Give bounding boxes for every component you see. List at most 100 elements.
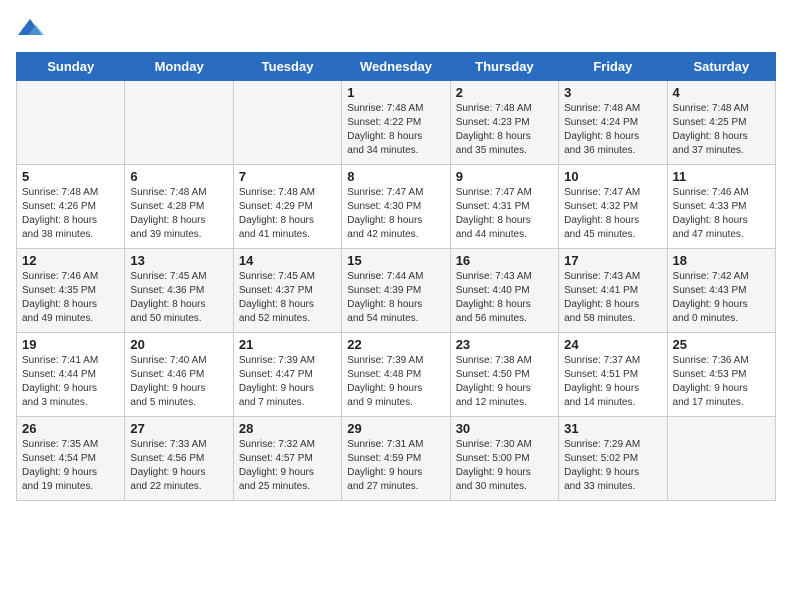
cell-content: Sunrise: 7:48 AM Sunset: 4:23 PM Dayligh… <box>456 102 553 158</box>
cell-content: Sunrise: 7:46 AM Sunset: 4:35 PM Dayligh… <box>22 270 119 326</box>
calendar-cell: 14 Sunrise: 7:45 AM Sunset: 4:37 PM Dayli… <box>233 249 341 333</box>
calendar-cell: 16Sunrise: 7:43 AM Sunset: 4:40 PM Dayli… <box>450 249 558 333</box>
cell-content: Sunrise: 7:48 AM Sunset: 4:26 PM Dayligh… <box>22 186 119 242</box>
cell-content: Sunrise: 7:37 AM Sunset: 4:51 PM Dayligh… <box>564 354 661 410</box>
day-number: 19 <box>22 337 119 352</box>
calendar-cell: 11 Sunrise: 7:46 AM Sunset: 4:33 PM Dayli… <box>667 165 775 249</box>
day-number: 6 <box>130 169 227 184</box>
day-number: 27 <box>130 421 227 436</box>
calendar-cell: 26 Sunrise: 7:35 AM Sunset: 4:54 PM Dayli… <box>17 417 125 501</box>
cell-content: Sunrise: 7:29 AM Sunset: 5:02 PM Dayligh… <box>564 438 661 494</box>
cell-content: Sunrise: 7:47 AM Sunset: 4:32 PM Dayligh… <box>564 186 661 242</box>
day-number: 14 <box>239 253 336 268</box>
day-number: 24 <box>564 337 661 352</box>
cell-content: Sunrise: 7:39 AM Sunset: 4:48 PM Dayligh… <box>347 354 444 410</box>
day-number: 30 <box>456 421 553 436</box>
day-number: 11 <box>673 169 770 184</box>
cell-content: Sunrise: 7:35 AM Sunset: 4:54 PM Dayligh… <box>22 438 119 494</box>
cell-content: Sunrise: 7:36 AM Sunset: 4:53 PM Dayligh… <box>673 354 770 410</box>
day-number: 21 <box>239 337 336 352</box>
calendar-cell: 10Sunrise: 7:47 AM Sunset: 4:32 PM Dayli… <box>559 165 667 249</box>
day-number: 25 <box>673 337 770 352</box>
cell-content: Sunrise: 7:42 AM Sunset: 4:43 PM Dayligh… <box>673 270 770 326</box>
cell-content: Sunrise: 7:48 AM Sunset: 4:25 PM Dayligh… <box>673 102 770 158</box>
day-number: 22 <box>347 337 444 352</box>
week-row: 12 Sunrise: 7:46 AM Sunset: 4:35 PM Dayli… <box>17 249 776 333</box>
calendar-cell: 18 Sunrise: 7:42 AM Sunset: 4:43 PM Dayli… <box>667 249 775 333</box>
day-number: 16 <box>456 253 553 268</box>
day-number: 12 <box>22 253 119 268</box>
calendar-cell: 20 Sunrise: 7:40 AM Sunset: 4:46 PM Dayli… <box>125 333 233 417</box>
day-number: 29 <box>347 421 444 436</box>
day-number: 26 <box>22 421 119 436</box>
cell-content: Sunrise: 7:47 AM Sunset: 4:30 PM Dayligh… <box>347 186 444 242</box>
calendar-cell: 31 Sunrise: 7:29 AM Sunset: 5:02 PM Dayli… <box>559 417 667 501</box>
day-header-sunday: Sunday <box>17 53 125 81</box>
calendar-cell: 23Sunrise: 7:38 AM Sunset: 4:50 PM Dayli… <box>450 333 558 417</box>
calendar-cell: 22 Sunrise: 7:39 AM Sunset: 4:48 PM Dayli… <box>342 333 450 417</box>
cell-content: Sunrise: 7:47 AM Sunset: 4:31 PM Dayligh… <box>456 186 553 242</box>
day-header-saturday: Saturday <box>667 53 775 81</box>
calendar-cell: 19 Sunrise: 7:41 AM Sunset: 4:44 PM Dayli… <box>17 333 125 417</box>
cell-content: Sunrise: 7:48 AM Sunset: 4:28 PM Dayligh… <box>130 186 227 242</box>
calendar-cell <box>125 81 233 165</box>
calendar-cell: 13 Sunrise: 7:45 AM Sunset: 4:36 PM Dayli… <box>125 249 233 333</box>
calendar-cell: 9 Sunrise: 7:47 AM Sunset: 4:31 PM Daylig… <box>450 165 558 249</box>
calendar-header-row: SundayMondayTuesdayWednesdayThursdayFrid… <box>17 53 776 81</box>
calendar-cell: 5 Sunrise: 7:48 AM Sunset: 4:26 PM Daylig… <box>17 165 125 249</box>
day-number: 1 <box>347 85 444 100</box>
cell-content: Sunrise: 7:33 AM Sunset: 4:56 PM Dayligh… <box>130 438 227 494</box>
calendar-cell: 27 Sunrise: 7:33 AM Sunset: 4:56 PM Dayli… <box>125 417 233 501</box>
calendar-table: SundayMondayTuesdayWednesdayThursdayFrid… <box>16 52 776 501</box>
cell-content: Sunrise: 7:45 AM Sunset: 4:37 PM Dayligh… <box>239 270 336 326</box>
logo-icon <box>16 17 44 39</box>
cell-content: Sunrise: 7:44 AM Sunset: 4:39 PM Dayligh… <box>347 270 444 326</box>
day-number: 8 <box>347 169 444 184</box>
day-number: 28 <box>239 421 336 436</box>
calendar-cell: 17 Sunrise: 7:43 AM Sunset: 4:41 PM Dayli… <box>559 249 667 333</box>
calendar-cell: 12 Sunrise: 7:46 AM Sunset: 4:35 PM Dayli… <box>17 249 125 333</box>
day-number: 2 <box>456 85 553 100</box>
calendar-cell: 24 Sunrise: 7:37 AM Sunset: 4:51 PM Dayli… <box>559 333 667 417</box>
calendar-cell: 8 Sunrise: 7:47 AM Sunset: 4:30 PM Daylig… <box>342 165 450 249</box>
day-number: 31 <box>564 421 661 436</box>
calendar-cell: 7Sunrise: 7:48 AM Sunset: 4:29 PM Daylig… <box>233 165 341 249</box>
day-header-monday: Monday <box>125 53 233 81</box>
day-header-wednesday: Wednesday <box>342 53 450 81</box>
calendar-cell: 15 Sunrise: 7:44 AM Sunset: 4:39 PM Dayli… <box>342 249 450 333</box>
week-row: 19 Sunrise: 7:41 AM Sunset: 4:44 PM Dayli… <box>17 333 776 417</box>
cell-content: Sunrise: 7:32 AM Sunset: 4:57 PM Dayligh… <box>239 438 336 494</box>
cell-content: Sunrise: 7:40 AM Sunset: 4:46 PM Dayligh… <box>130 354 227 410</box>
day-number: 9 <box>456 169 553 184</box>
day-number: 4 <box>673 85 770 100</box>
cell-content: Sunrise: 7:31 AM Sunset: 4:59 PM Dayligh… <box>347 438 444 494</box>
calendar-cell: 25 Sunrise: 7:36 AM Sunset: 4:53 PM Dayli… <box>667 333 775 417</box>
cell-content: Sunrise: 7:45 AM Sunset: 4:36 PM Dayligh… <box>130 270 227 326</box>
day-header-friday: Friday <box>559 53 667 81</box>
cell-content: Sunrise: 7:46 AM Sunset: 4:33 PM Dayligh… <box>673 186 770 242</box>
calendar-cell <box>233 81 341 165</box>
day-number: 17 <box>564 253 661 268</box>
calendar-cell: 30Sunrise: 7:30 AM Sunset: 5:00 PM Dayli… <box>450 417 558 501</box>
day-number: 20 <box>130 337 227 352</box>
cell-content: Sunrise: 7:43 AM Sunset: 4:41 PM Dayligh… <box>564 270 661 326</box>
day-number: 15 <box>347 253 444 268</box>
calendar-cell <box>667 417 775 501</box>
week-row: 1Sunrise: 7:48 AM Sunset: 4:22 PM Daylig… <box>17 81 776 165</box>
day-number: 18 <box>673 253 770 268</box>
cell-content: Sunrise: 7:41 AM Sunset: 4:44 PM Dayligh… <box>22 354 119 410</box>
week-row: 5 Sunrise: 7:48 AM Sunset: 4:26 PM Daylig… <box>17 165 776 249</box>
calendar-cell: 29 Sunrise: 7:31 AM Sunset: 4:59 PM Dayli… <box>342 417 450 501</box>
day-number: 13 <box>130 253 227 268</box>
calendar-cell: 2 Sunrise: 7:48 AM Sunset: 4:23 PM Daylig… <box>450 81 558 165</box>
day-header-thursday: Thursday <box>450 53 558 81</box>
day-number: 3 <box>564 85 661 100</box>
logo <box>16 16 46 40</box>
calendar-cell <box>17 81 125 165</box>
day-number: 5 <box>22 169 119 184</box>
cell-content: Sunrise: 7:48 AM Sunset: 4:29 PM Dayligh… <box>239 186 336 242</box>
calendar-cell: 6 Sunrise: 7:48 AM Sunset: 4:28 PM Daylig… <box>125 165 233 249</box>
page-header <box>16 16 776 40</box>
calendar-cell: 28 Sunrise: 7:32 AM Sunset: 4:57 PM Dayli… <box>233 417 341 501</box>
calendar-cell: 3Sunrise: 7:48 AM Sunset: 4:24 PM Daylig… <box>559 81 667 165</box>
